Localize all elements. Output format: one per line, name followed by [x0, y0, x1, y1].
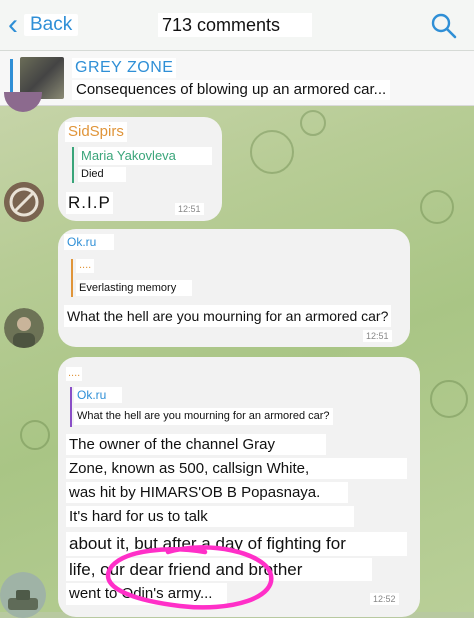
handdrawn-circle-annotation: [105, 545, 274, 610]
